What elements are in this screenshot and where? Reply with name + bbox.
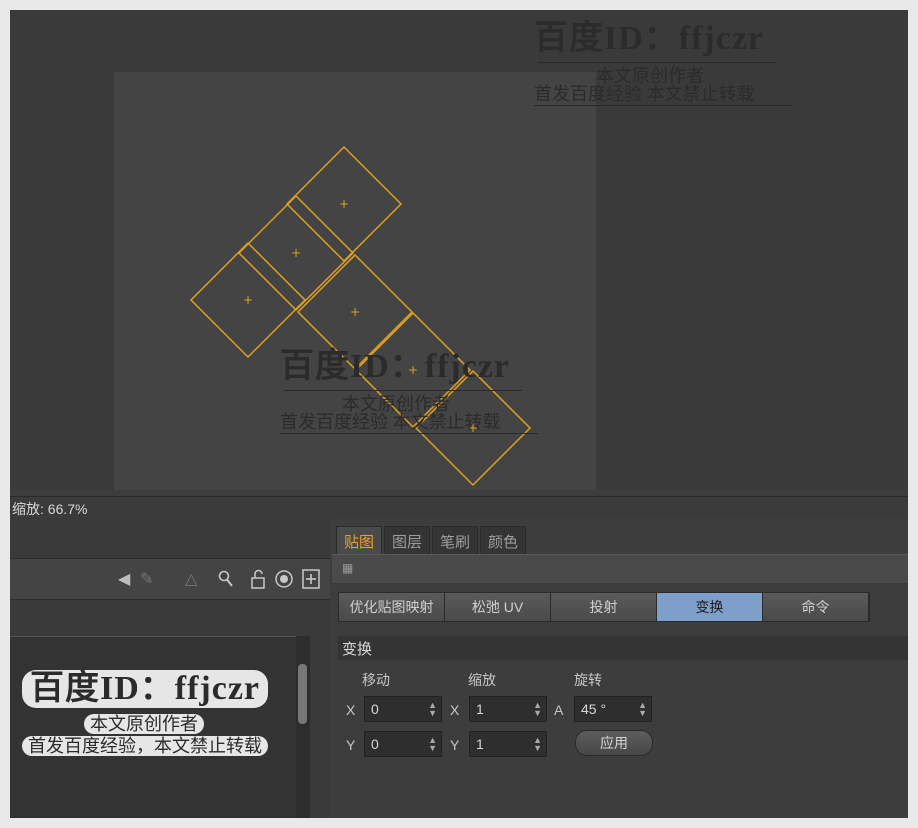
scale-x-field[interactable]: 1 ▲ ▼	[469, 696, 547, 722]
zoom-status-bar: 缩放: 66.7%	[10, 496, 908, 519]
app-window: + + + + + + 百度ID：ffjczr 本文原创作者 首发百度经验 本文禁止转载 …	[10, 10, 908, 818]
commands-button[interactable]: 命令	[763, 593, 869, 621]
scale-y-value: 1	[476, 736, 484, 752]
scale-y-axis-label: Y	[450, 737, 460, 753]
move-y-value: 0	[371, 736, 379, 752]
left-panel-toolbar: ◀ ✎ △	[10, 558, 330, 600]
move-x-value: 0	[371, 701, 379, 717]
uv-center-marker: +	[408, 363, 418, 377]
panel-strip: ▦	[332, 554, 908, 583]
object-list-scrollbar[interactable]	[296, 636, 310, 818]
rotate-axis-label: A	[554, 702, 564, 718]
plus-box-icon[interactable]	[302, 569, 320, 589]
panel-tabs: 贴图 图层 笔刷 颜色	[336, 526, 527, 555]
zoom-label: 缩放: 66.7%	[12, 501, 88, 517]
uv-center-marker: +	[291, 246, 301, 260]
rotate-value: 45 °	[581, 701, 607, 717]
transform-button[interactable]: 变换	[657, 593, 763, 621]
scale-x-value: 1	[476, 701, 484, 717]
uv-center-marker: +	[339, 197, 349, 211]
apply-button[interactable]: 应用	[575, 730, 653, 756]
spinner-icon[interactable]: ▲ ▼	[638, 701, 647, 718]
scale-label: 缩放	[468, 672, 496, 688]
move-label: 移动	[362, 672, 390, 688]
relax-uv-button[interactable]: 松弛 UV	[445, 593, 551, 621]
uv-center-marker: +	[468, 421, 478, 435]
tab-texture[interactable]: 贴图	[336, 526, 383, 555]
texture-panel: 贴图 图层 笔刷 颜色 ▦ 优化贴图映射 松弛 UV 投射 变换 命令 变换 移…	[332, 518, 908, 818]
move-y-axis-label: Y	[346, 737, 356, 753]
uv-viewport[interactable]: + + + + + + 百度ID：ffjczr 本文原创作者 首发百度经验 本文禁止转载 …	[10, 10, 908, 490]
projection-button[interactable]: 投射	[551, 593, 657, 621]
tab-brush[interactable]: 笔刷	[432, 526, 479, 555]
spinner-icon[interactable]: ▲ ▼	[533, 701, 542, 718]
rotate-field[interactable]: 45 ° ▲ ▼	[574, 696, 652, 722]
spinner-icon[interactable]: ▲ ▼	[428, 736, 437, 753]
grip-icon[interactable]: ▦	[342, 561, 353, 575]
uv-mesh[interactable]: + + + + + +	[10, 10, 908, 490]
unlock-icon[interactable]	[250, 569, 266, 589]
left-panel: ◀ ✎ △ 百度ID：ffjczr 本文原创作者 首发百度经验，本文禁止转载	[10, 518, 330, 818]
scale-y-field[interactable]: 1 ▲ ▼	[469, 731, 547, 757]
left-panel-header	[10, 518, 330, 558]
tab-color[interactable]: 颜色	[480, 526, 527, 555]
scrollbar-thumb[interactable]	[298, 664, 307, 724]
uv-center-marker: +	[243, 293, 253, 307]
move-x-field[interactable]: 0 ▲ ▼	[364, 696, 442, 722]
pen-icon[interactable]: ✎	[140, 569, 153, 589]
uv-center-marker: +	[350, 305, 360, 319]
tab-layers[interactable]: 图层	[384, 526, 431, 555]
magnifier-icon[interactable]	[218, 569, 234, 589]
command-button-row: 优化贴图映射 松弛 UV 投射 变换 命令	[338, 592, 870, 622]
scale-x-axis-label: X	[450, 702, 460, 718]
triangle-icon[interactable]: △	[185, 569, 197, 589]
optimize-uv-button[interactable]: 优化贴图映射	[339, 593, 445, 621]
move-x-axis-label: X	[346, 702, 356, 718]
move-y-field[interactable]: 0 ▲ ▼	[364, 731, 442, 757]
target-icon[interactable]	[274, 569, 294, 589]
object-list[interactable]	[10, 636, 296, 818]
transform-section-title: 变换	[338, 636, 908, 660]
arrow-left-icon[interactable]: ◀	[118, 569, 130, 589]
spinner-icon[interactable]: ▲ ▼	[428, 701, 437, 718]
rotate-label: 旋转	[574, 672, 602, 688]
spinner-icon[interactable]: ▲ ▼	[533, 736, 542, 753]
